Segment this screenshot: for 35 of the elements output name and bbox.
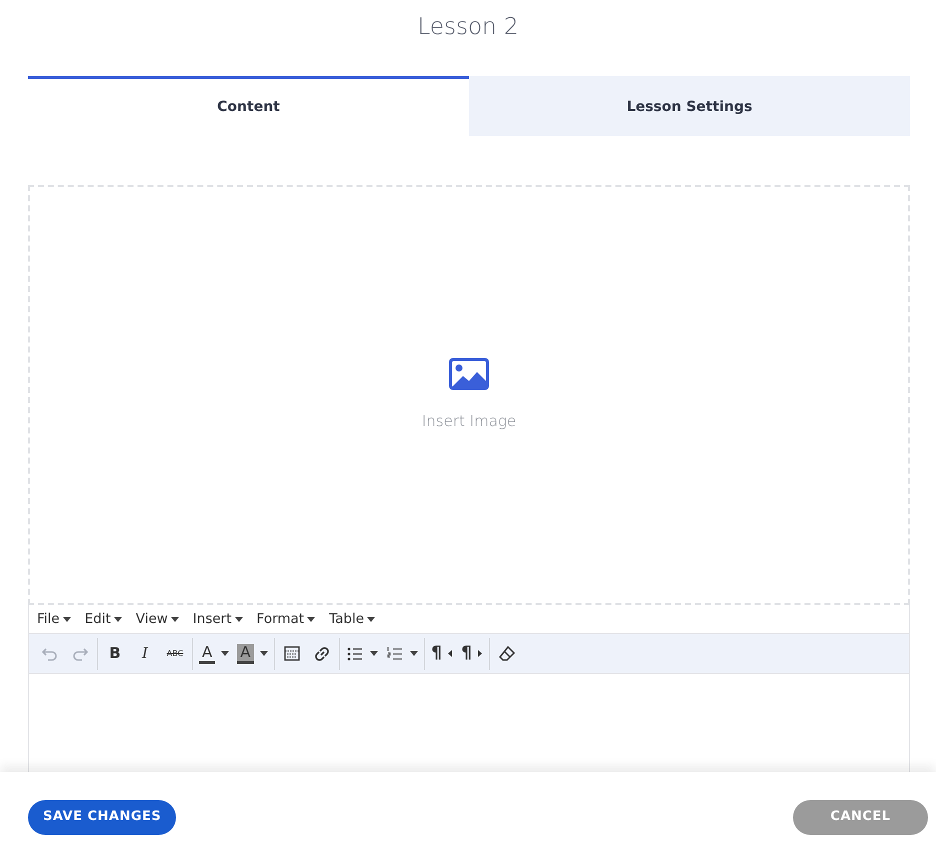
direction-icon <box>478 650 482 657</box>
text-color-button[interactable]: A <box>196 640 232 668</box>
caret-icon <box>370 651 378 656</box>
highlight-color-button[interactable]: A <box>234 640 271 668</box>
menu-item[interactable]: Format <box>256 608 316 630</box>
right-to-left-button[interactable]: ¶ <box>458 640 486 668</box>
caret-icon <box>410 651 418 656</box>
bullet-list-icon <box>346 644 364 662</box>
caret-icon <box>367 616 376 622</box>
caret-icon <box>170 616 179 622</box>
left-to-right-button[interactable]: ¶ <box>428 640 456 668</box>
image-icon <box>449 358 489 390</box>
caret-icon <box>221 651 230 656</box>
insert-image-label: Insert Image <box>422 410 516 432</box>
direction-icon <box>448 650 452 657</box>
caret-icon <box>307 616 316 622</box>
menu-item[interactable]: Table <box>329 608 376 630</box>
caret-icon <box>114 616 122 622</box>
bold-button[interactable]: B <box>101 640 129 668</box>
menu-item[interactable]: File <box>37 608 71 630</box>
numbered-list-icon <box>386 644 404 662</box>
table-icon <box>282 644 301 662</box>
italic-button[interactable]: I <box>131 640 159 668</box>
link-icon <box>312 644 331 662</box>
lesson-title: Lesson 2 <box>416 13 520 42</box>
menu-item[interactable]: View <box>136 608 179 630</box>
eraser-icon <box>498 644 516 662</box>
tab[interactable]: Lesson Settings <box>469 76 910 136</box>
menu-item[interactable]: Insert <box>192 608 243 630</box>
caret-icon <box>260 651 268 656</box>
strikethrough-button[interactable]: ABC <box>161 640 189 668</box>
save-changes-button[interactable]: SAVE CHANGES <box>28 800 176 834</box>
caret-icon <box>62 616 71 622</box>
menu-item[interactable]: Edit <box>84 608 122 630</box>
caret-icon <box>234 616 243 622</box>
